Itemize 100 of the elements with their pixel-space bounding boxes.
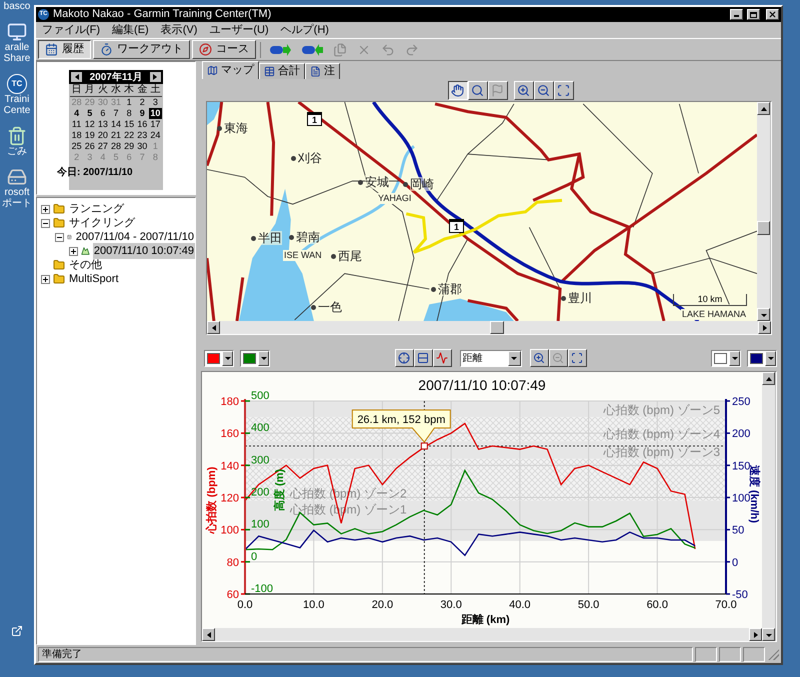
- minimize-button[interactable]: [730, 9, 743, 20]
- maximize-button[interactable]: [747, 9, 760, 20]
- map-tab[interactable]: マップ: [202, 61, 259, 79]
- axis-title: 距離 (km): [461, 614, 510, 626]
- calendar-day[interactable]: 4: [70, 108, 84, 119]
- calendar-day[interactable]: 7: [109, 108, 123, 119]
- calendar-day[interactable]: 2: [136, 97, 149, 108]
- map-tab[interactable]: 合計: [259, 63, 305, 79]
- calendar-day[interactable]: 5: [83, 108, 96, 119]
- road-shield: 1: [449, 219, 464, 233]
- map-tab[interactable]: 注: [305, 63, 340, 79]
- expand-toggle[interactable]: [41, 204, 50, 214]
- calendar-day[interactable]: 3: [148, 97, 162, 108]
- calendar-day[interactable]: 8: [122, 108, 136, 119]
- menu-item[interactable]: ユーザー(U): [209, 23, 269, 37]
- x-axis-dropdown[interactable]: 距離: [460, 350, 522, 366]
- calendar-day[interactable]: 18: [70, 130, 84, 141]
- color-dropdown[interactable]: [711, 350, 741, 366]
- tree-item[interactable]: 2007/11/04 - 2007/11/10: [74, 228, 195, 246]
- calendar-day[interactable]: 19: [83, 130, 96, 141]
- scroll-right-button[interactable]: [758, 321, 771, 334]
- view-tab-button[interactable]: ワークアウト: [93, 40, 190, 59]
- status-text: 準備完了: [38, 646, 693, 662]
- scroll-up-button[interactable]: [757, 102, 770, 115]
- tick-label: 70.0: [715, 599, 737, 611]
- calendar-day[interactable]: 13: [96, 119, 110, 130]
- scroll-left-button[interactable]: [202, 628, 215, 641]
- scroll-up-button[interactable]: [762, 372, 775, 385]
- tick-label: 200: [732, 428, 750, 440]
- calendar-day[interactable]: 15: [122, 119, 136, 130]
- calendar-day[interactable]: 1: [122, 97, 136, 108]
- road-map-drawing[interactable]: [207, 102, 757, 321]
- next-month-button[interactable]: [150, 72, 161, 82]
- tree-item[interactable]: ランニング: [68, 200, 125, 218]
- menu-item[interactable]: 表示(V): [160, 23, 198, 37]
- axis-title: 心拍数 (bpm): [206, 466, 218, 534]
- calendar-day[interactable]: 22: [122, 130, 136, 141]
- tree-item[interactable]: MultiSport: [68, 270, 120, 288]
- view-tab-button[interactable]: 履歴: [38, 40, 91, 59]
- calendar-day[interactable]: 25: [70, 141, 84, 152]
- scroll-down-button[interactable]: [757, 308, 770, 321]
- chart-mode-button[interactable]: [414, 349, 432, 367]
- menu-item[interactable]: 編集(E): [112, 23, 149, 37]
- tree-item[interactable]: その他: [68, 256, 103, 274]
- close-button[interactable]: [766, 9, 779, 20]
- calendar-icon: [45, 43, 58, 56]
- expand-toggle[interactable]: [69, 246, 78, 256]
- calendar-day[interactable]: 27: [96, 141, 110, 152]
- table-icon: [264, 66, 275, 77]
- chart-zoom-button[interactable]: [530, 349, 548, 367]
- app-shortcut-icon[interactable]: TC: [7, 74, 27, 94]
- shortcut-icon[interactable]: [11, 625, 23, 637]
- calendar-day[interactable]: 17: [148, 119, 162, 130]
- color-dropdown[interactable]: [204, 350, 234, 366]
- horizontal-scrollbar[interactable]: [202, 628, 762, 641]
- calendar-day[interactable]: 6: [96, 108, 110, 119]
- calendar-day[interactable]: 20: [96, 130, 110, 141]
- expand-toggle[interactable]: [41, 274, 50, 284]
- calendar-day[interactable]: 21: [109, 130, 123, 141]
- chart-zoom-button[interactable]: [568, 349, 586, 367]
- expand-toggle[interactable]: [41, 218, 50, 228]
- calendar-day[interactable]: 11: [70, 119, 84, 130]
- town-label: 安城: [365, 175, 389, 189]
- vertical-scrollbar[interactable]: [762, 372, 775, 641]
- calendar-day[interactable]: 26: [83, 141, 96, 152]
- resize-grip-icon[interactable]: [767, 648, 779, 660]
- calendar-day[interactable]: 24: [148, 130, 162, 141]
- previous-month-button[interactable]: [71, 72, 82, 82]
- tree-item[interactable]: サイクリング: [68, 214, 136, 232]
- menu-item[interactable]: ヘルプ(H): [280, 23, 329, 37]
- chart-mode-button[interactable]: [394, 349, 414, 367]
- calendar-day[interactable]: 23: [136, 130, 149, 141]
- calendar-day[interactable]: 10: [148, 108, 162, 119]
- calendar-day[interactable]: 30: [136, 141, 149, 152]
- menu-item[interactable]: ファイル(F): [42, 23, 100, 37]
- scroll-thumb[interactable]: [490, 321, 504, 334]
- scroll-right-button[interactable]: [749, 628, 762, 641]
- calendar-day[interactable]: 28: [109, 141, 123, 152]
- expand-toggle[interactable]: [55, 232, 64, 242]
- chart-mode-button[interactable]: [432, 349, 452, 367]
- calendar-day[interactable]: 29: [122, 141, 136, 152]
- calendar-day[interactable]: 9: [136, 108, 149, 119]
- scroll-left-button[interactable]: [207, 321, 220, 334]
- color-dropdown[interactable]: [747, 350, 777, 366]
- trash-icon[interactable]: [7, 126, 27, 146]
- computer-icon[interactable]: [7, 22, 27, 42]
- tick-label: 50: [732, 524, 744, 537]
- scroll-thumb[interactable]: [757, 221, 770, 235]
- drive-icon[interactable]: [7, 167, 27, 187]
- calendar-day[interactable]: 12: [83, 119, 96, 130]
- horizontal-scrollbar[interactable]: [207, 321, 771, 334]
- vertical-scrollbar[interactable]: [757, 102, 770, 321]
- view-tab-button[interactable]: コース: [192, 40, 256, 59]
- scroll-down-button[interactable]: [762, 628, 775, 641]
- calendar-day[interactable]: 16: [136, 119, 149, 130]
- calendar-day[interactable]: 14: [109, 119, 123, 130]
- weekday-label: 水: [110, 84, 122, 96]
- tree-item[interactable]: 2007/11/10 10:07:49: [92, 242, 195, 260]
- color-dropdown[interactable]: [240, 350, 270, 366]
- map-tool-button[interactable]: [448, 80, 468, 100]
